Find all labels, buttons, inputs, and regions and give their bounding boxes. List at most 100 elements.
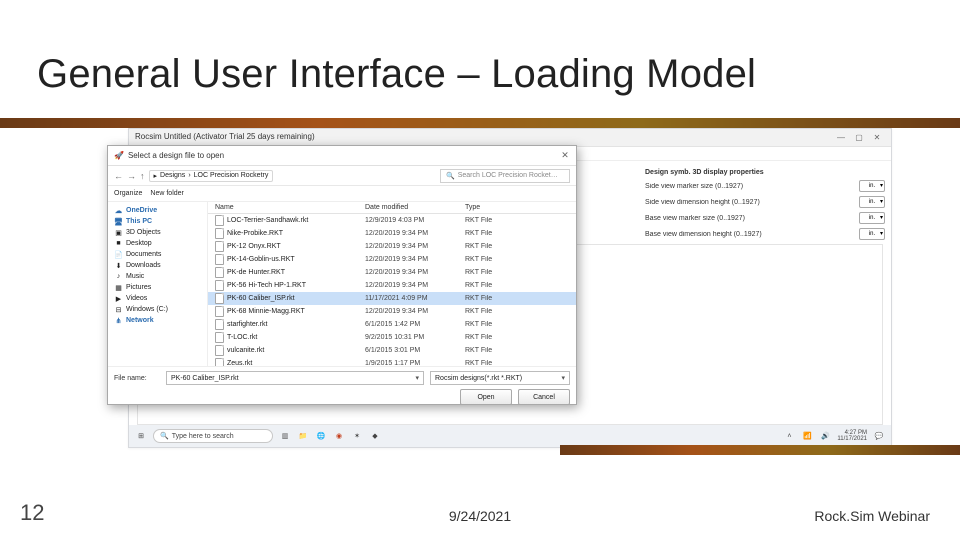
sidebar-item[interactable]: ♪Music [112, 271, 203, 282]
folder-icon: ⋔ [114, 316, 123, 325]
file-row[interactable]: PK-de Hunter.RKT12/20/2019 9:34 PMRKT Fi… [208, 266, 576, 279]
prop-value[interactable]: in. [859, 228, 885, 240]
folder-icon: ⬇ [114, 261, 123, 270]
file-icon [215, 319, 224, 330]
prop-label: Base view marker size (0..1927) [645, 215, 855, 222]
app-icon[interactable]: ✶ [351, 430, 363, 442]
prop-label: Side view marker size (0..1927) [645, 183, 855, 190]
file-list[interactable]: LOC-Terrier-Sandhawk.rkt12/9/2019 4:03 P… [208, 214, 576, 366]
folder-icon[interactable]: 📁 [297, 430, 309, 442]
close-icon[interactable]: ✕ [869, 131, 885, 143]
file-icon [215, 228, 224, 239]
file-list-header[interactable]: Name Date modified Type [208, 202, 576, 214]
folder-icon: ⊟ [114, 305, 123, 314]
folder-icon: ☁ [114, 206, 123, 215]
file-icon [215, 293, 224, 304]
prop-value[interactable]: in. [859, 212, 885, 224]
taskbar-search-placeholder: Type here to search [172, 433, 234, 440]
sidebar-item[interactable]: ☁OneDrive [112, 205, 203, 216]
taskbar-search[interactable]: 🔍 Type here to search [153, 429, 273, 443]
folder-icon: 📄 [114, 250, 123, 259]
slide-title: General User Interface – Loading Model [37, 52, 756, 97]
wifi-icon[interactable]: 📶 [801, 430, 813, 442]
sidebar-item[interactable]: ⬇Downloads [112, 260, 203, 271]
file-row[interactable]: Zeus.rkt1/9/2015 1:17 PMRKT File [208, 357, 576, 366]
sidebar-item[interactable]: 🖥This PC [112, 216, 203, 227]
folder-icon: ■ [114, 239, 123, 248]
organize-button[interactable]: Organize [114, 190, 142, 197]
app-icon-2[interactable]: ◆ [369, 430, 381, 442]
footer-right: Rock.Sim Webinar [814, 508, 930, 524]
col-name[interactable]: Name [212, 204, 362, 211]
dialog-title: Select a design file to open [128, 151, 224, 160]
file-row[interactable]: starfighter.rkt6/1/2015 1:42 PMRKT File [208, 318, 576, 331]
sidebar-item[interactable]: 📄Documents [112, 249, 203, 260]
taskbar: ⊞ 🔍 Type here to search ▥ 📁 🌐 ◉ ✶ ◆ ˄ 📶 … [129, 425, 891, 447]
dialog-search-input[interactable]: 🔍 Search LOC Precision Rocket… [440, 169, 570, 183]
open-button[interactable]: Open [460, 389, 512, 405]
file-row[interactable]: PK-14-Goblin-us.RKT12/20/2019 9:34 PMRKT… [208, 253, 576, 266]
nav-back-icon[interactable]: ← [114, 171, 123, 181]
properties-panel: Design symb. 3D display properties Side … [645, 169, 885, 244]
tray-chevron-icon[interactable]: ˄ [783, 430, 795, 442]
rocket-icon: 🚀 [114, 151, 124, 160]
col-type[interactable]: Type [462, 204, 572, 211]
file-row[interactable]: LOC-Terrier-Sandhawk.rkt12/9/2019 4:03 P… [208, 214, 576, 227]
col-date[interactable]: Date modified [362, 204, 462, 211]
folder-icon: 🖥 [114, 217, 123, 226]
sidebar-item[interactable]: ⋔Network [112, 315, 203, 326]
prop-value[interactable]: in. [859, 196, 885, 208]
maximize-icon[interactable]: ▢ [851, 131, 867, 143]
sidebar-item[interactable]: ▣3D Objects [112, 227, 203, 238]
cancel-button[interactable]: Cancel [518, 389, 570, 405]
file-row[interactable]: T-LOC.rkt9/2/2015 10:31 PMRKT File [208, 331, 576, 344]
filename-label: File name: [114, 375, 160, 382]
new-folder-button[interactable]: New folder [150, 190, 183, 197]
file-icon [215, 332, 224, 343]
taskbar-clock[interactable]: 4:27 PM 11/17/2021 [837, 430, 867, 443]
sidebar-item[interactable]: ▦Pictures [112, 282, 203, 293]
file-row[interactable]: PK-60 Caliber_ISP.rkt11/17/2021 4:09 PMR… [208, 292, 576, 305]
footer-date: 9/24/2021 [449, 508, 511, 524]
filename-input[interactable]: PK-60 Caliber_ISP.rkt [166, 371, 424, 385]
start-icon[interactable]: ⊞ [135, 430, 147, 442]
file-icon [215, 254, 224, 265]
file-row[interactable]: Nike-Probike.RKT12/20/2019 9:34 PMRKT Fi… [208, 227, 576, 240]
page-number: 12 [20, 500, 44, 526]
file-icon [215, 306, 224, 317]
sidebar-item[interactable]: ■Desktop [112, 238, 203, 249]
breadcrumb[interactable]: ▸ Designs › LOC Precision Rocketry [149, 170, 274, 182]
sidebar-item[interactable]: ⊟Windows (C:) [112, 304, 203, 315]
window-buttons: — ▢ ✕ [833, 131, 885, 143]
file-icon [215, 215, 224, 226]
taskview-icon[interactable]: ▥ [279, 430, 291, 442]
volume-icon[interactable]: 🔊 [819, 430, 831, 442]
nav-up-icon[interactable]: ↑ [140, 171, 145, 181]
nav-fwd-icon[interactable]: → [127, 171, 136, 181]
screenshot-embed: Rocsim Untitled (Activator Trial 25 days… [128, 128, 892, 448]
filetype-filter[interactable]: Rocsim designs(*.rkt *.RKT) [430, 371, 570, 385]
folder-icon: ▶ [114, 294, 123, 303]
file-row[interactable]: PK-68 Minnie-Magg.RKT12/20/2019 9:34 PMR… [208, 305, 576, 318]
browser-icon[interactable]: 🌐 [315, 430, 327, 442]
powerpoint-icon[interactable]: ◉ [333, 430, 345, 442]
folder-icon: ▸ [154, 172, 158, 180]
prop-label: Side view dimension height (0..1927) [645, 199, 855, 206]
file-icon [215, 267, 224, 278]
notification-icon[interactable]: 💬 [873, 430, 885, 442]
search-icon: 🔍 [160, 432, 169, 440]
prop-value[interactable]: in. [859, 180, 885, 192]
minimize-icon[interactable]: — [833, 131, 849, 143]
sidebar-item[interactable]: ▶Videos [112, 293, 203, 304]
dialog-close-icon[interactable]: ✕ [558, 148, 572, 162]
file-row[interactable]: PK-56 Hi-Tech HP-1.RKT12/20/2019 9:34 PM… [208, 279, 576, 292]
folder-icon: ♪ [114, 272, 123, 281]
search-icon: 🔍 [446, 172, 455, 180]
file-row[interactable]: PK-12 Onyx.RKT12/20/2019 9:34 PMRKT File [208, 240, 576, 253]
file-icon [215, 280, 224, 291]
folder-icon: ▦ [114, 283, 123, 292]
file-icon [215, 345, 224, 356]
properties-heading: Design symb. 3D display properties [645, 169, 885, 176]
decorative-stripe [0, 118, 960, 128]
file-row[interactable]: vulcanite.rkt6/1/2015 3:01 PMRKT File [208, 344, 576, 357]
